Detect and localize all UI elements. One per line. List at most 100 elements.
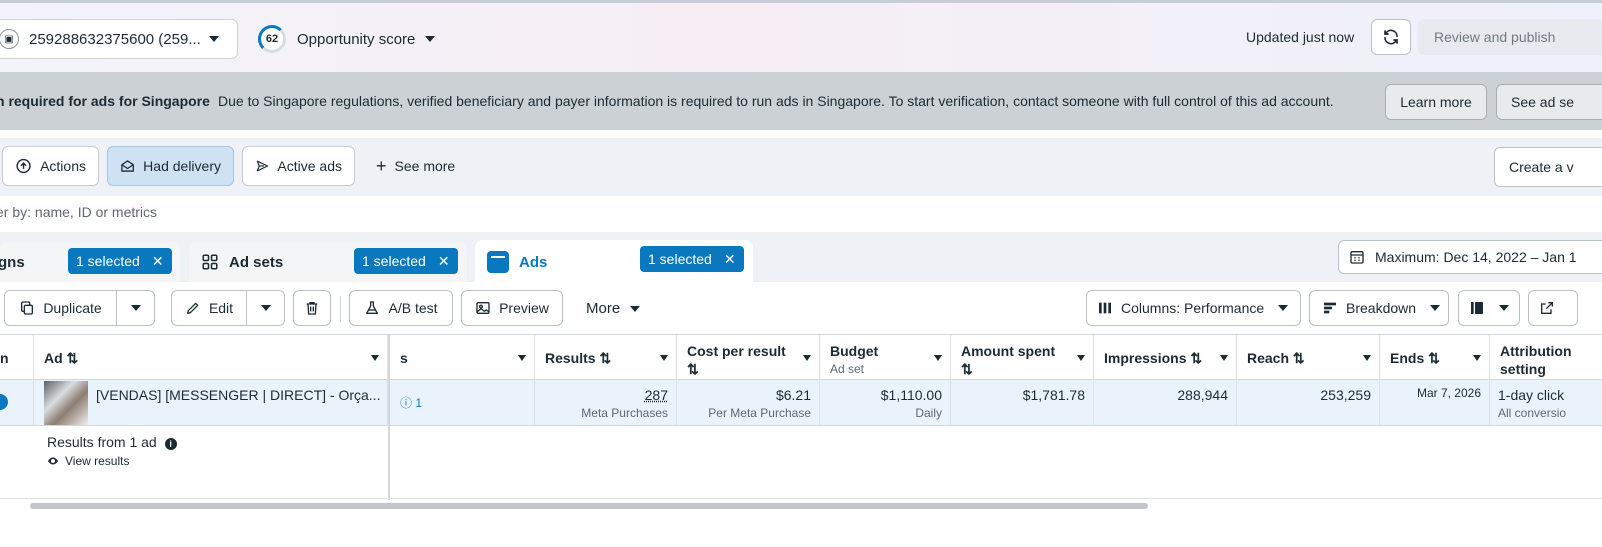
col-header-partial[interactable]: n xyxy=(0,335,34,380)
col-header-results-label: Results ⇅ xyxy=(545,349,612,366)
breakdown-button[interactable]: Breakdown xyxy=(1309,290,1449,326)
chevron-down-icon xyxy=(130,305,141,311)
opportunity-score[interactable]: 62 Opportunity score xyxy=(258,25,436,53)
view-results-link[interactable]: View results xyxy=(47,454,129,468)
col-header-cost-per-result[interactable]: Cost per result ⇅ xyxy=(677,335,820,380)
campaigns-selected-badge[interactable]: 1 selected ✕ xyxy=(68,248,172,274)
ab-test-button[interactable]: A/B test xyxy=(349,290,453,326)
close-icon[interactable]: ✕ xyxy=(724,251,736,268)
col-header-partial-s[interactable]: s xyxy=(390,335,535,380)
partial-cell[interactable]: ⓘ 1 xyxy=(390,380,535,425)
chevron-down-icon[interactable] xyxy=(1473,355,1481,361)
date-range-picker[interactable]: Maximum: Dec 14, 2022 – Jan 1 xyxy=(1338,240,1602,274)
see-ad-sets-button[interactable]: See ad se xyxy=(1496,84,1602,120)
tab-ads[interactable]: Ads 1 selected ✕ xyxy=(475,240,753,284)
col-header-reach[interactable]: Reach ⇅ xyxy=(1237,335,1380,380)
col-header-impressions[interactable]: Impressions ⇅ xyxy=(1094,335,1237,380)
banner-message: Due to Singapore regulations, verified b… xyxy=(218,93,1334,109)
refresh-button[interactable] xyxy=(1371,19,1411,55)
cost-value: $6.21 xyxy=(775,387,811,403)
more-label: More xyxy=(586,300,621,317)
col-header-results[interactable]: Results ⇅ xyxy=(535,335,677,380)
col-header-ad[interactable]: Ad ⇅ xyxy=(34,335,388,380)
col-header-amount-spent[interactable]: Amount spent ⇅ xyxy=(951,335,1094,380)
attribution-value: 1-day click xyxy=(1498,387,1565,403)
verification-banner: n required for ads for Singapore Due to … xyxy=(0,72,1602,130)
chevron-down-icon[interactable] xyxy=(1220,355,1228,361)
ad-name-cell[interactable]: [VENDAS] [MESSENGER | DIRECT] - Orça... xyxy=(34,380,388,425)
filter-bar: Actions Had delivery Active ads + See mo… xyxy=(0,138,1602,196)
account-selector[interactable]: ▣ 259288632375600 (259... xyxy=(0,19,238,59)
more-menu[interactable]: More xyxy=(586,300,641,317)
see-more-filters[interactable]: + See more xyxy=(376,156,455,176)
budget-cell[interactable]: $1,110.00 Daily xyxy=(820,380,951,425)
refresh-icon xyxy=(1384,29,1398,45)
results-sub: Meta Purchases xyxy=(581,406,668,420)
amount-spent-cell: $1,781.78 xyxy=(951,380,1094,425)
chevron-down-icon[interactable] xyxy=(803,355,811,361)
col-header-budget-label: Budget xyxy=(830,343,879,359)
search-input[interactable] xyxy=(0,204,596,220)
reports-button[interactable] xyxy=(1458,290,1520,326)
chevron-down-icon[interactable] xyxy=(934,355,942,361)
close-icon[interactable]: ✕ xyxy=(438,253,450,270)
edit-button[interactable]: Edit xyxy=(171,290,247,326)
cost-per-result-cell: $6.21 Per Meta Purchase xyxy=(677,380,820,425)
partial-count: 1 xyxy=(415,396,423,410)
col-header-budget[interactable]: Budget Ad set xyxy=(820,335,951,380)
ads-selected-badge[interactable]: 1 selected ✕ xyxy=(640,246,744,272)
results-cell: 287 Meta Purchases xyxy=(535,380,677,425)
tab-ad-sets[interactable]: Ad sets 1 selected ✕ xyxy=(189,242,467,282)
budget-sub: Daily xyxy=(915,406,942,420)
create-view-button[interactable]: Create a v xyxy=(1494,147,1602,187)
account-icon: ▣ xyxy=(0,29,19,49)
impressions-cell: 288,944 xyxy=(1094,380,1237,425)
row-status-cell[interactable] xyxy=(0,380,34,425)
chevron-down-icon[interactable] xyxy=(1077,355,1085,361)
delete-button[interactable] xyxy=(293,290,331,326)
plus-icon: + xyxy=(376,156,387,176)
level-tabs: gns 1 selected ✕ Ad sets 1 selected ✕ Ad… xyxy=(0,232,1602,284)
duplicate-button[interactable]: Duplicate xyxy=(4,290,117,326)
adsets-selected-badge[interactable]: 1 selected ✕ xyxy=(354,248,458,274)
col-header-ends[interactable]: Ends ⇅ xyxy=(1380,335,1490,380)
columns-button[interactable]: Columns: Performance xyxy=(1086,290,1301,326)
chevron-down-icon[interactable] xyxy=(660,355,668,361)
table-bottom-border xyxy=(0,498,1602,499)
edit-dropdown[interactable] xyxy=(247,290,285,326)
filter-had-delivery[interactable]: Had delivery xyxy=(107,146,234,186)
chevron-down-icon[interactable] xyxy=(371,355,379,361)
tab-campaigns[interactable]: gns 1 selected ✕ xyxy=(0,242,180,282)
preview-button[interactable]: Preview xyxy=(461,290,563,326)
col-header-budget-sub: Ad set xyxy=(830,362,865,376)
filter-actions[interactable]: Actions xyxy=(2,146,99,186)
ads-selected-label: 1 selected xyxy=(648,251,712,267)
filter-active-ads[interactable]: Active ads xyxy=(242,146,355,186)
review-publish-button[interactable]: Review and publish xyxy=(1418,19,1602,55)
info-icon[interactable]: i xyxy=(164,438,177,450)
action-toolbar: Duplicate Edit A/B test Preview More Col… xyxy=(0,282,1602,334)
horizontal-scrollbar[interactable] xyxy=(30,503,1148,509)
chevron-down-icon[interactable] xyxy=(1363,355,1371,361)
toggle-indicator[interactable] xyxy=(0,394,8,410)
frozen-column-divider[interactable] xyxy=(388,334,390,500)
columns-label: Columns: Performance xyxy=(1121,300,1265,316)
col-header-attribution[interactable]: Attribution setting xyxy=(1490,335,1602,380)
image-icon xyxy=(476,302,490,314)
flask-icon xyxy=(366,301,379,314)
ad-name-link[interactable]: [VENDAS] [MESSENGER | DIRECT] - Orça... xyxy=(96,386,380,404)
duplicate-dropdown[interactable] xyxy=(117,290,155,326)
reach-cell: 253,259 xyxy=(1237,380,1380,425)
date-range-label: Maximum: Dec 14, 2022 – Jan 1 xyxy=(1375,249,1577,265)
results-value[interactable]: 287 xyxy=(645,387,668,403)
export-button[interactable] xyxy=(1528,290,1578,326)
breakdown-icon xyxy=(1324,302,1336,314)
chevron-down-icon[interactable] xyxy=(518,355,526,361)
adsets-selected-label: 1 selected xyxy=(362,253,426,269)
table-row[interactable]: [VENDAS] [MESSENGER | DIRECT] - Orça... … xyxy=(0,380,1602,426)
learn-more-button[interactable]: Learn more xyxy=(1385,84,1487,120)
chevron-down-icon xyxy=(260,305,271,311)
grid-icon xyxy=(202,254,218,270)
pencil-icon xyxy=(186,302,199,314)
close-icon[interactable]: ✕ xyxy=(152,253,164,270)
